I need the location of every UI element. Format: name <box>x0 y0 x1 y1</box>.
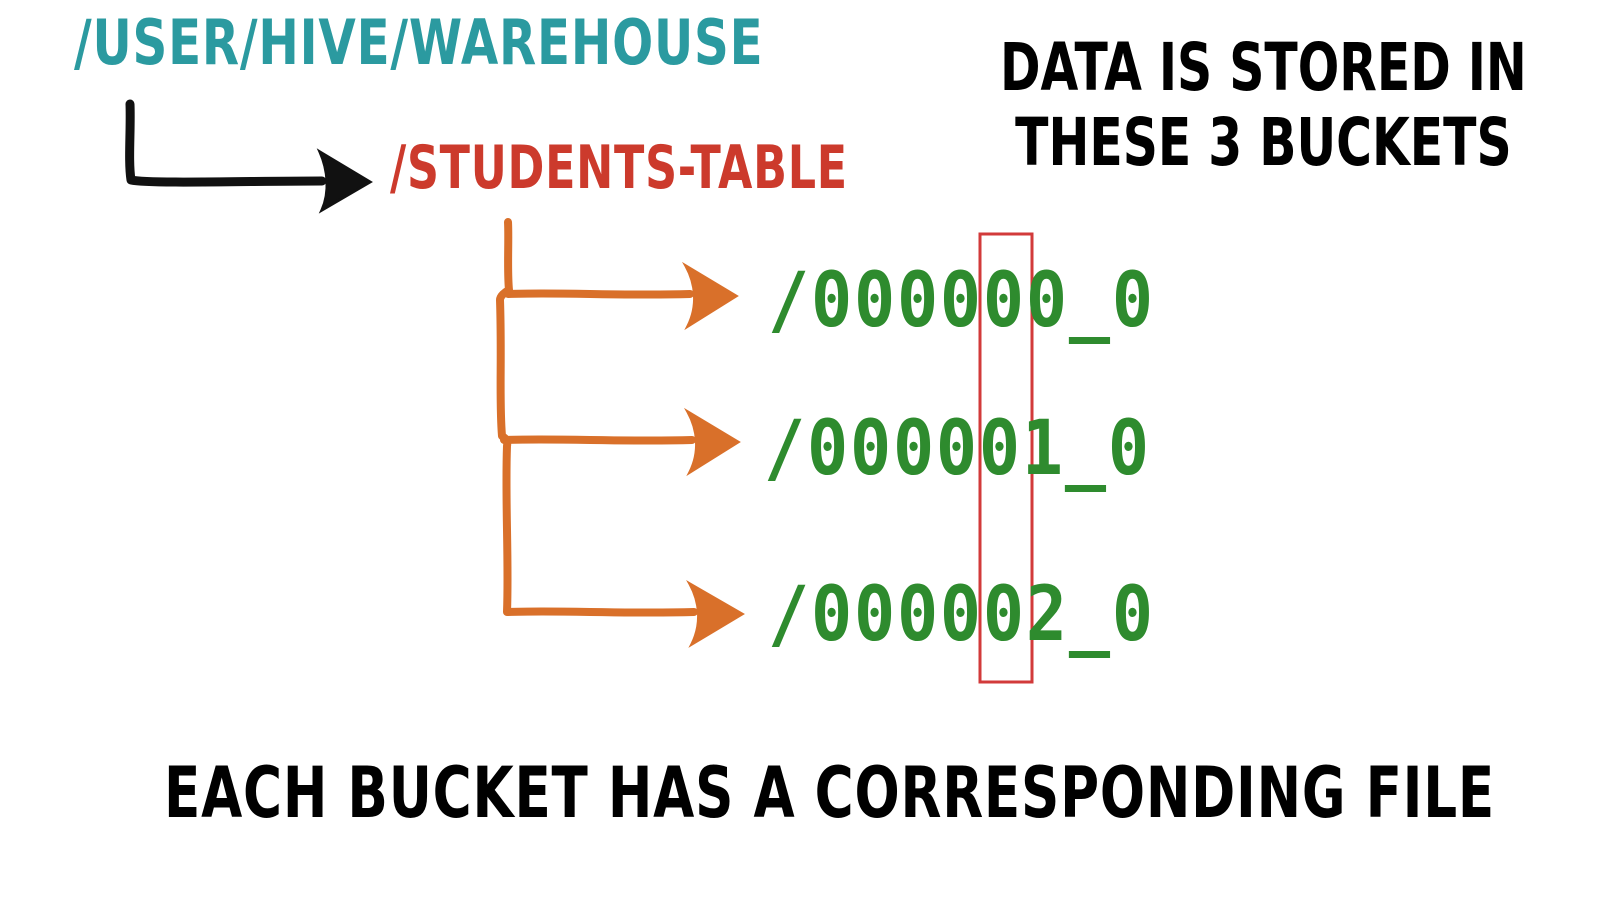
buckets-note-line-2: THESE 3 BUCKETS <box>1015 104 1512 182</box>
warehouse-to-table-arrow <box>125 99 373 214</box>
bucket-file-2: /000002_0 <box>768 569 1155 658</box>
diagram-canvas: /USER/HIVE/WAREHOUSE /STUDENTS-TABLE DAT… <box>0 0 1606 906</box>
warehouse-path-label: /USER/HIVE/WAREHOUSE <box>74 6 764 79</box>
bucket-arrow-1 <box>500 407 741 477</box>
buckets-note-line-1: DATA IS STORED IN <box>1000 29 1527 106</box>
bucket-arrow-0 <box>504 261 739 331</box>
table-to-buckets-bracket <box>496 218 745 648</box>
students-table-path-label: /STUDENTS-TABLE <box>390 133 848 203</box>
bucket-arrow-2 <box>504 579 745 648</box>
bottom-caption: EACH BUCKET HAS A CORRESPONDING FILE <box>164 752 1495 834</box>
buckets-note: DATA IS STORED IN THESE 3 BUCKETS <box>1000 29 1527 182</box>
bucket-file-1: /000001_0 <box>764 403 1151 492</box>
bucket-file-0: /000000_0 <box>768 255 1155 344</box>
